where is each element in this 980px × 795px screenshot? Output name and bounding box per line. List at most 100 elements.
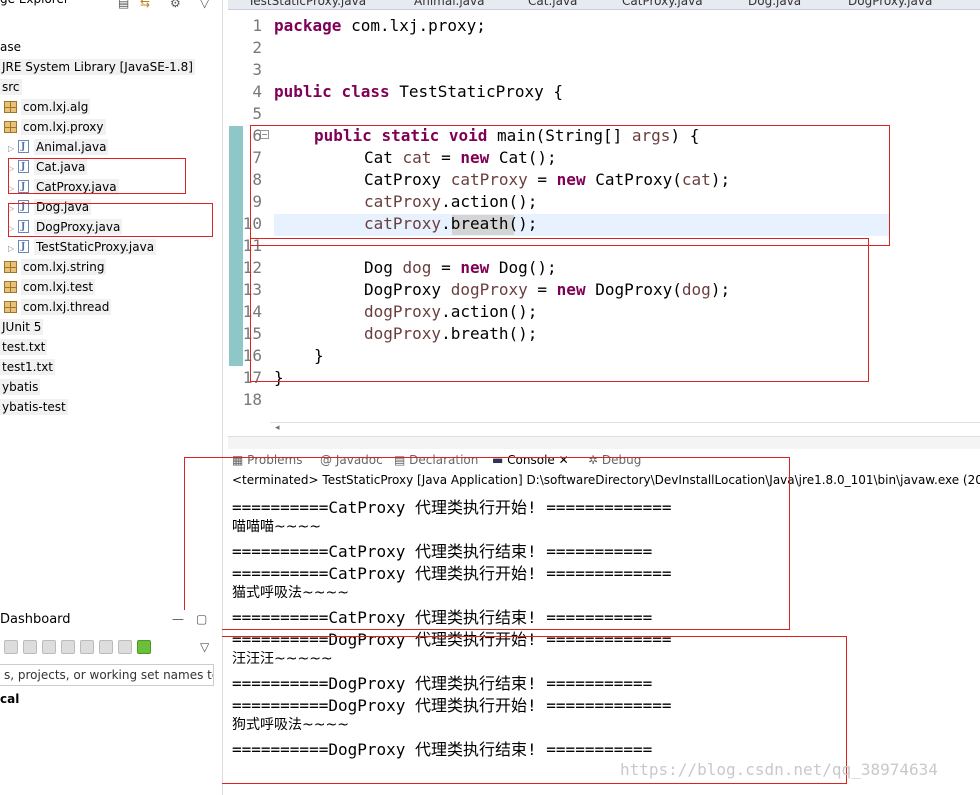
tab-cat[interactable]: Cat.java <box>528 0 577 8</box>
tree-item-file[interactable]: test1.txt <box>0 357 56 377</box>
tab-animal[interactable]: Animal.java <box>414 0 484 8</box>
line-number: 6 <box>252 126 262 145</box>
tree-item-jre[interactable]: JRE System Library [JavaSE-1.8] <box>0 57 195 77</box>
add-icon[interactable] <box>137 640 151 654</box>
table-icon[interactable] <box>99 640 113 654</box>
globe-icon[interactable] <box>42 640 56 654</box>
tree-item-label: Animal.java <box>34 139 109 155</box>
expand-arrow-icon[interactable]: ▷ <box>8 199 18 219</box>
expand-arrow-icon[interactable]: ▷ <box>8 179 18 199</box>
watermark: https://blog.csdn.net/qq_38974634 <box>620 760 938 779</box>
tab-dog[interactable]: Dog.java <box>748 0 801 8</box>
tab-javadoc[interactable]: @ Javadoc <box>320 453 383 467</box>
switch-icon[interactable] <box>118 640 132 654</box>
console-line: 喵喵喵~~~~ <box>232 519 321 535</box>
filter-icon[interactable]: ⚙ <box>170 0 181 10</box>
panel-divider[interactable] <box>228 436 980 449</box>
tree-item-file[interactable]: ▷ Dog.java <box>8 197 92 219</box>
line-number: 4 <box>252 82 262 101</box>
horizontal-scrollbar[interactable] <box>270 422 980 436</box>
tree-item-package[interactable]: com.lxj.string <box>4 257 107 277</box>
stop-icon[interactable] <box>23 640 37 654</box>
line-number: 14 <box>242 302 262 321</box>
tree-item-label: Cat.java <box>34 159 88 175</box>
tree-item-label: JRE System Library [JavaSE-1.8] <box>0 59 195 75</box>
line-number: 12 <box>242 258 262 277</box>
console-line: ==========DogProxy 代理类执行结束! =========== <box>232 674 653 693</box>
tab-problems[interactable]: ▦ Problems <box>232 453 302 467</box>
tree-item-package[interactable]: com.lxj.test <box>4 277 96 297</box>
minimize-icon[interactable]: — <box>172 612 184 626</box>
tree-item-project[interactable]: ase <box>0 37 21 57</box>
tab-catproxy[interactable]: CatProxy.java <box>622 0 703 8</box>
maximize-icon[interactable]: ▢ <box>196 612 207 626</box>
view-menu-icon[interactable]: ▽ <box>200 640 209 654</box>
dashboard-local-label: cal <box>0 692 20 706</box>
line-number: 5 <box>252 104 262 123</box>
code-line-14: dogProxy.action(); <box>364 302 538 321</box>
close-icon[interactable]: ✕ <box>559 453 569 467</box>
console-line: 狗式呼吸法~~~~ <box>232 717 349 733</box>
view-menu-icon[interactable]: ▽ <box>200 0 209 10</box>
expand-arrow-icon[interactable]: ▷ <box>8 159 18 179</box>
expand-arrow-icon[interactable]: ▷ <box>8 219 18 239</box>
console-line: 汪汪汪~~~~~ <box>232 651 333 667</box>
tree-item-file[interactable]: ▷ CatProxy.java <box>8 177 119 197</box>
line-number: 11 <box>242 236 262 255</box>
dashboard-title: Dashboard <box>0 612 71 627</box>
tree-item-label: ase <box>0 40 21 54</box>
tree-item-project[interactable]: ybatis-test <box>0 397 68 417</box>
edit-icon[interactable] <box>80 640 94 654</box>
console-icon: ▬ <box>492 453 504 467</box>
tree-item-label: com.lxj.string <box>21 259 107 275</box>
tree-item-file[interactable]: test.txt <box>0 337 48 357</box>
package-icon <box>4 281 17 293</box>
tab-debug[interactable]: ✲ Debug <box>588 453 641 467</box>
java-interface-icon <box>18 137 29 157</box>
line-number: 1 <box>252 16 262 35</box>
code-line-7: Cat cat = new Cat(); <box>364 148 557 167</box>
tree-item-label: test.txt <box>0 339 48 355</box>
code-line-13: DogProxy dogProxy = new DogProxy(dog); <box>364 280 731 299</box>
expand-arrow-icon[interactable]: ▷ <box>8 239 18 259</box>
code-line-4: public class TestStaticProxy { <box>274 82 563 101</box>
package-icon <box>4 101 17 113</box>
line-number-gutter: 1 2 3 4 5 6 7 8 9 10 11 12 13 14 15 16 1… <box>228 10 270 422</box>
expand-arrow-icon[interactable]: ▷ <box>8 139 18 159</box>
tree-item-file[interactable]: ▷ Animal.java <box>8 137 109 159</box>
dashboard-panel <box>0 610 222 795</box>
line-number: 17 <box>242 368 262 387</box>
tree-item-library[interactable]: JUnit 5 <box>0 317 44 337</box>
line-number: 3 <box>252 60 262 79</box>
tree-item-package[interactable]: com.lxj.proxy <box>4 117 106 137</box>
connect-icon[interactable] <box>4 640 18 654</box>
tree-item-src[interactable]: src <box>0 77 22 97</box>
console-tab-bar: ▦ Problems @ Javadoc ▤ Declaration ▬ Con… <box>228 449 980 473</box>
tab-declaration[interactable]: ▤ Declaration <box>394 453 478 467</box>
editor-tab-bar: TestStaticProxy.java Animal.java Cat.jav… <box>228 0 980 10</box>
tab-teststaticproxy[interactable]: TestStaticProxy.java <box>248 0 366 8</box>
tree-item-file[interactable]: ▷ TestStaticProxy.java <box>8 237 157 259</box>
console-line: ==========CatProxy 代理类执行开始! ============… <box>232 498 672 517</box>
tree-item-project[interactable]: ybatis <box>0 377 41 397</box>
tab-dogproxy[interactable]: DogProxy.java <box>848 0 932 8</box>
tree-item-package[interactable]: com.lxj.thread <box>4 297 112 317</box>
console-line: ==========DogProxy 代理类执行开始! ============… <box>232 696 672 715</box>
code-line-8: CatProxy catProxy = new CatProxy(cat); <box>364 170 731 189</box>
tree-item-package[interactable]: com.lxj.alg <box>4 97 91 117</box>
scroll-left-icon[interactable]: ◂ <box>275 423 280 433</box>
dashboard-search-input[interactable]: s, projects, or working set names to <box>0 664 214 686</box>
tree-item-label: TestStaticProxy.java <box>34 239 157 255</box>
code-line-15: dogProxy.breath(); <box>364 324 538 343</box>
tab-console[interactable]: ▬ Console ✕ <box>492 453 569 467</box>
code-editor[interactable] <box>228 0 980 422</box>
java-file-icon <box>18 157 29 177</box>
collapse-all-icon[interactable]: ▤ <box>118 0 129 10</box>
tree-item-file[interactable]: ▷ Cat.java <box>8 157 88 179</box>
link-editor-icon[interactable]: ⇆ <box>140 0 150 10</box>
code-line-12: Dog dog = new Dog(); <box>364 258 557 277</box>
console-icon[interactable] <box>61 640 75 654</box>
tree-item-file[interactable]: ▷ DogProxy.java <box>8 217 123 239</box>
tree-item-label: CatProxy.java <box>34 179 119 195</box>
tree-item-label: DogProxy.java <box>34 219 123 235</box>
